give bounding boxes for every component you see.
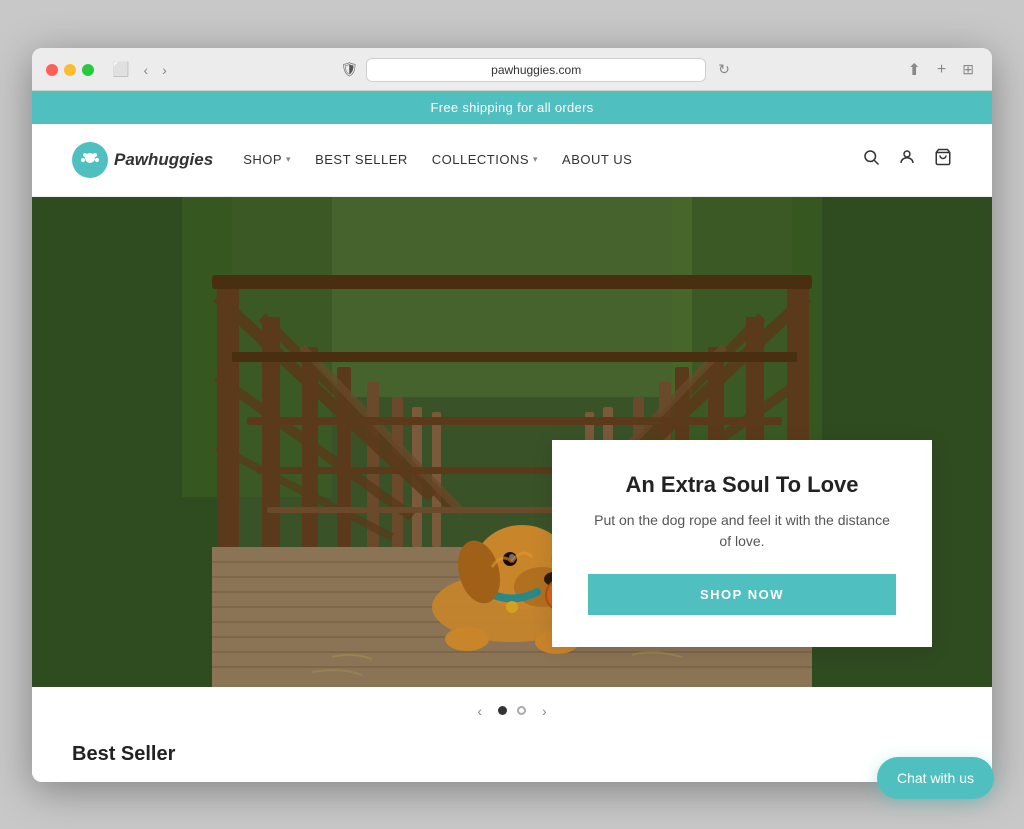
logo-text: Pawhuggies <box>114 150 213 170</box>
hero-subtitle: Put on the dog rope and feel it with the… <box>588 510 896 552</box>
sidebar-toggle[interactable]: ⬜ <box>108 59 133 80</box>
banner-text: Free shipping for all orders <box>430 100 593 115</box>
chevron-down-icon: ▾ <box>533 154 538 165</box>
search-icon[interactable] <box>862 148 880 171</box>
best-seller-section: Best Seller <box>32 733 992 782</box>
address-bar-area: 🛡 pawhuggies.com ↻ <box>181 58 894 82</box>
announcement-banner: Free shipping for all orders <box>32 91 992 124</box>
section-best-seller-title: Best Seller <box>72 743 952 766</box>
chat-button[interactable]: Chat with us <box>877 757 994 799</box>
carousel-controls: ‹ › <box>32 687 992 733</box>
back-button[interactable]: ‹ <box>139 60 152 80</box>
account-icon[interactable] <box>898 148 916 171</box>
hero-title: An Extra Soul To Love <box>588 472 896 498</box>
reload-button[interactable]: ↻ <box>714 59 734 80</box>
nav-shop[interactable]: SHOP ▾ <box>243 152 291 167</box>
maximize-button[interactable] <box>82 64 94 76</box>
hero-overlay-card: An Extra Soul To Love Put on the dog rop… <box>552 440 932 647</box>
carousel-next-button[interactable]: › <box>536 701 553 721</box>
browser-chrome: ⬜ ‹ › 🛡 pawhuggies.com ↻ ⬆ + ⊞ <box>32 48 992 91</box>
minimize-button[interactable] <box>64 64 76 76</box>
nav-about-us[interactable]: ABOUT US <box>562 152 632 167</box>
tab-overview-button[interactable]: ⊞ <box>958 59 978 80</box>
site-header: Pawhuggies SHOP ▾ BEST SELLER COLLECTION… <box>32 124 992 197</box>
carousel-dot-2[interactable] <box>517 706 526 715</box>
chevron-down-icon: ▾ <box>286 154 291 165</box>
browser-right-controls: ⬆ + ⊞ <box>904 58 978 82</box>
new-tab-button[interactable]: + <box>933 59 950 81</box>
browser-nav-controls: ⬜ ‹ › <box>108 59 171 80</box>
browser-window: ⬜ ‹ › 🛡 pawhuggies.com ↻ ⬆ + ⊞ Free ship… <box>32 48 992 782</box>
forward-button[interactable]: › <box>158 60 171 80</box>
url-text: pawhuggies.com <box>491 63 581 77</box>
shop-now-button[interactable]: SHOP NOW <box>588 574 896 615</box>
carousel-dot-1[interactable] <box>498 706 507 715</box>
cart-icon[interactable] <box>934 148 952 171</box>
nav-best-seller[interactable]: BEST SELLER <box>315 152 408 167</box>
shield-icon: 🛡 <box>340 61 358 78</box>
address-bar[interactable]: pawhuggies.com <box>366 58 706 82</box>
traffic-lights <box>46 64 94 76</box>
nav-collections[interactable]: COLLECTIONS ▾ <box>432 152 538 167</box>
carousel-prev-button[interactable]: ‹ <box>471 701 488 721</box>
logo-icon <box>72 142 108 178</box>
hero-section: An Extra Soul To Love Put on the dog rop… <box>32 197 992 687</box>
header-icons <box>862 148 952 171</box>
close-button[interactable] <box>46 64 58 76</box>
logo[interactable]: Pawhuggies <box>72 142 213 178</box>
share-button[interactable]: ⬆ <box>904 58 925 82</box>
main-nav: SHOP ▾ BEST SELLER COLLECTIONS ▾ ABOUT U… <box>243 152 862 167</box>
